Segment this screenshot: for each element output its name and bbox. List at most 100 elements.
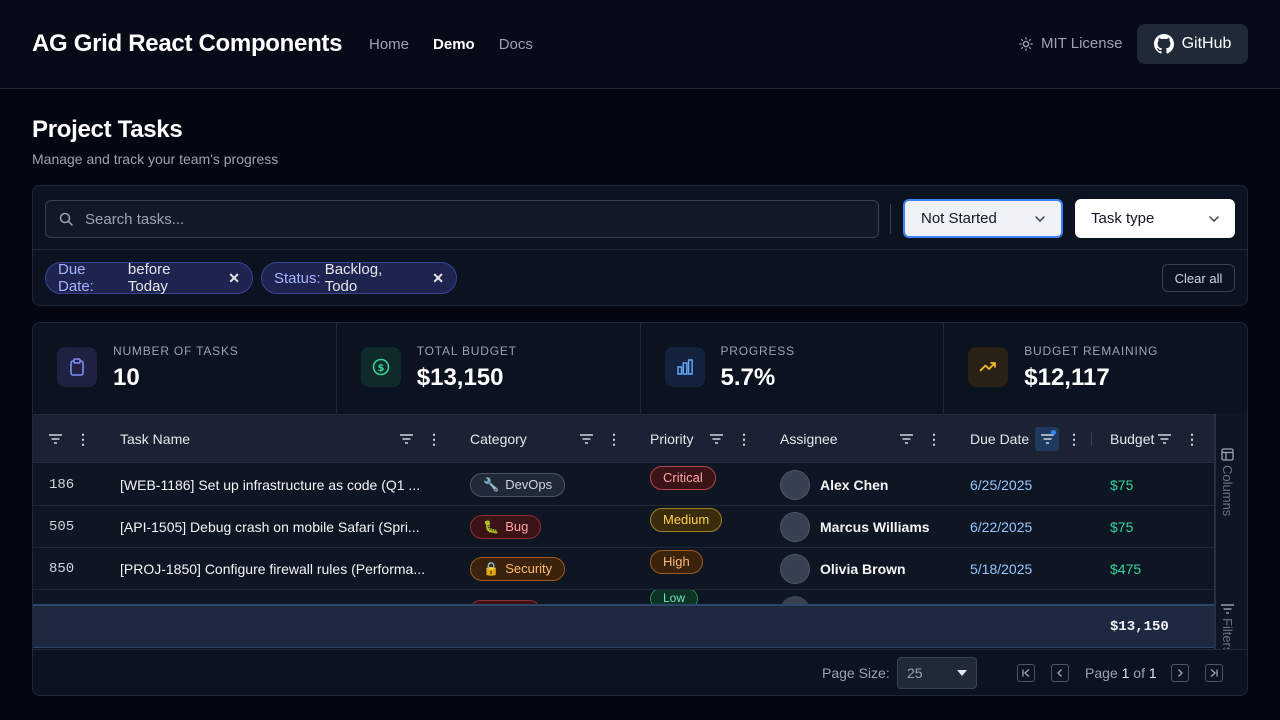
- caret-down-icon: [957, 670, 967, 676]
- first-page-button[interactable]: [1017, 664, 1035, 682]
- next-page-button[interactable]: [1171, 664, 1189, 682]
- column-menu-icon[interactable]: ⋮: [607, 432, 621, 446]
- chevron-down-icon: [1035, 215, 1045, 222]
- column-menu-icon[interactable]: ⋮: [1067, 432, 1081, 446]
- column-menu-icon[interactable]: ⋮: [76, 432, 90, 446]
- chip-value: Backlog, Todo: [324, 261, 383, 295]
- category-cell: 🔒 Security: [470, 548, 566, 589]
- filter-icon[interactable]: [900, 434, 913, 444]
- license-label: MIT License: [1041, 35, 1123, 52]
- columns-tab[interactable]: Columns: [1220, 448, 1235, 516]
- filter-icon[interactable]: [49, 434, 62, 444]
- filter-chip-due-date: Due Date: before Today ✕: [45, 261, 253, 295]
- filter-icon[interactable]: [1158, 434, 1171, 444]
- last-page-icon: [1210, 669, 1218, 677]
- header-priority[interactable]: Priority ⋮: [650, 415, 751, 463]
- stat-progress: PROGRESS 5.7%: [641, 323, 945, 414]
- priority-cell: Critical: [650, 457, 716, 498]
- avatar: [780, 469, 810, 500]
- search-icon: [59, 212, 73, 226]
- filter-divider: [33, 249, 1247, 250]
- total-budget: $13,150: [1110, 619, 1169, 635]
- trending-up-icon: [968, 347, 1009, 387]
- last-page-button[interactable]: [1205, 664, 1223, 682]
- license-link[interactable]: MIT License: [1019, 35, 1122, 52]
- header-label: Budget: [1110, 431, 1155, 447]
- header-budget[interactable]: Budget ⋮: [1110, 415, 1199, 463]
- stat-label: PROGRESS: [720, 344, 795, 358]
- header-assignee[interactable]: Assignee ⋮: [780, 415, 941, 463]
- table-row[interactable]: 850 [PROJ-1850] Configure firewall rules…: [33, 548, 1214, 590]
- column-menu-icon[interactable]: ⋮: [1185, 432, 1199, 446]
- column-separator: [1091, 432, 1092, 446]
- category-label: Security: [505, 561, 553, 576]
- header-category[interactable]: Category ⋮: [470, 415, 621, 463]
- search-input[interactable]: [85, 210, 845, 228]
- nav-docs[interactable]: Docs: [499, 36, 533, 53]
- column-menu-icon[interactable]: ⋮: [427, 432, 441, 446]
- stat-value: 5.7%: [720, 364, 776, 391]
- page-title: Project Tasks: [32, 116, 183, 143]
- column-menu-icon[interactable]: ⋮: [737, 432, 751, 446]
- filter-chip-status: Status: Backlog, Todo ✕: [261, 261, 457, 295]
- github-button[interactable]: GitHub: [1137, 24, 1248, 64]
- assignee-cell: Marcus Williams: [780, 506, 930, 547]
- priority-badge: Medium: [650, 507, 723, 532]
- chevron-right-icon: [1178, 669, 1183, 677]
- table-row[interactable]: 505 [API-1505] Debug crash on mobile Saf…: [33, 506, 1214, 548]
- search-box[interactable]: [45, 200, 879, 238]
- status-select[interactable]: Not Started: [903, 199, 1063, 238]
- filters-tab[interactable]: Filters: [1220, 604, 1235, 653]
- columns-tab-label: Columns: [1220, 465, 1235, 517]
- svg-text:$: $: [377, 363, 384, 374]
- filter-icon[interactable]: [580, 434, 593, 444]
- assignee-name: Alex Chen: [820, 476, 889, 493]
- budget: $75: [1110, 518, 1134, 535]
- nav-demo[interactable]: Demo: [433, 36, 475, 53]
- nav-home[interactable]: Home: [369, 36, 409, 53]
- chevron-down-icon: [1209, 215, 1219, 222]
- stat-number-of-tasks: NUMBER OF TASKS 10: [33, 323, 337, 414]
- header-task-name[interactable]: Task Name ⋮: [120, 415, 441, 463]
- task-name: [API-1505] Debug crash on mobile Safari …: [120, 518, 420, 535]
- table-row[interactable]: Low: [33, 590, 1214, 604]
- category-label: Bug: [505, 519, 529, 534]
- filter-icon[interactable]: [400, 434, 413, 444]
- chip-value: before Today: [127, 261, 171, 295]
- previous-page-button[interactable]: [1051, 664, 1069, 682]
- page-size-label: Page Size:: [822, 665, 890, 681]
- close-icon[interactable]: ✕: [228, 270, 240, 287]
- grid-header-row: ⋮ Task Name ⋮ Category ⋮ Priority ⋮ Assi…: [33, 414, 1214, 463]
- current-page: 1: [1121, 665, 1130, 681]
- task-grid: NUMBER OF TASKS 10 $ TOTAL BUDGET $13,15…: [32, 322, 1248, 696]
- column-menu-icon[interactable]: ⋮: [927, 432, 941, 446]
- header-label: Assignee: [780, 431, 838, 447]
- category-badge: 🔧 DevOps: [470, 472, 566, 497]
- table-row[interactable]: 186 [WEB-1186] Set up infrastructure as …: [33, 464, 1214, 506]
- header-due-date[interactable]: Due Date ⋮: [970, 415, 1081, 463]
- chip-key: Due Date:: [58, 261, 94, 295]
- task-name: [WEB-1186] Set up infrastructure as code…: [120, 476, 421, 493]
- brand-title[interactable]: AG Grid React Components: [32, 30, 342, 58]
- chevron-left-icon: [1057, 669, 1062, 677]
- priority-cell: High: [650, 541, 703, 582]
- clear-all-button[interactable]: Clear all: [1162, 264, 1235, 292]
- stat-value: $13,150: [416, 364, 504, 391]
- page-subtitle: Manage and track your team's progress: [32, 151, 279, 167]
- close-icon[interactable]: ✕: [432, 270, 444, 287]
- task-id: 505: [49, 518, 75, 535]
- stat-label: TOTAL BUDGET: [416, 344, 517, 358]
- page-size-select[interactable]: 25: [897, 657, 977, 689]
- stat-total-budget: $ TOTAL BUDGET $13,150: [337, 323, 641, 414]
- main-nav: Home Demo Docs: [369, 36, 533, 53]
- task-id: 186: [49, 476, 75, 493]
- task-type-select[interactable]: Task type: [1075, 199, 1235, 238]
- task-type-select-value: Task type: [1091, 210, 1155, 227]
- clipboard-icon: [57, 347, 97, 387]
- page-prefix: Page: [1085, 665, 1118, 681]
- header-label: Category: [470, 431, 527, 447]
- page-size-value: 25: [907, 665, 923, 681]
- active-filter-icon[interactable]: [1035, 427, 1059, 451]
- category-badge: 🐛 Bug: [470, 514, 542, 539]
- filter-icon[interactable]: [710, 434, 723, 444]
